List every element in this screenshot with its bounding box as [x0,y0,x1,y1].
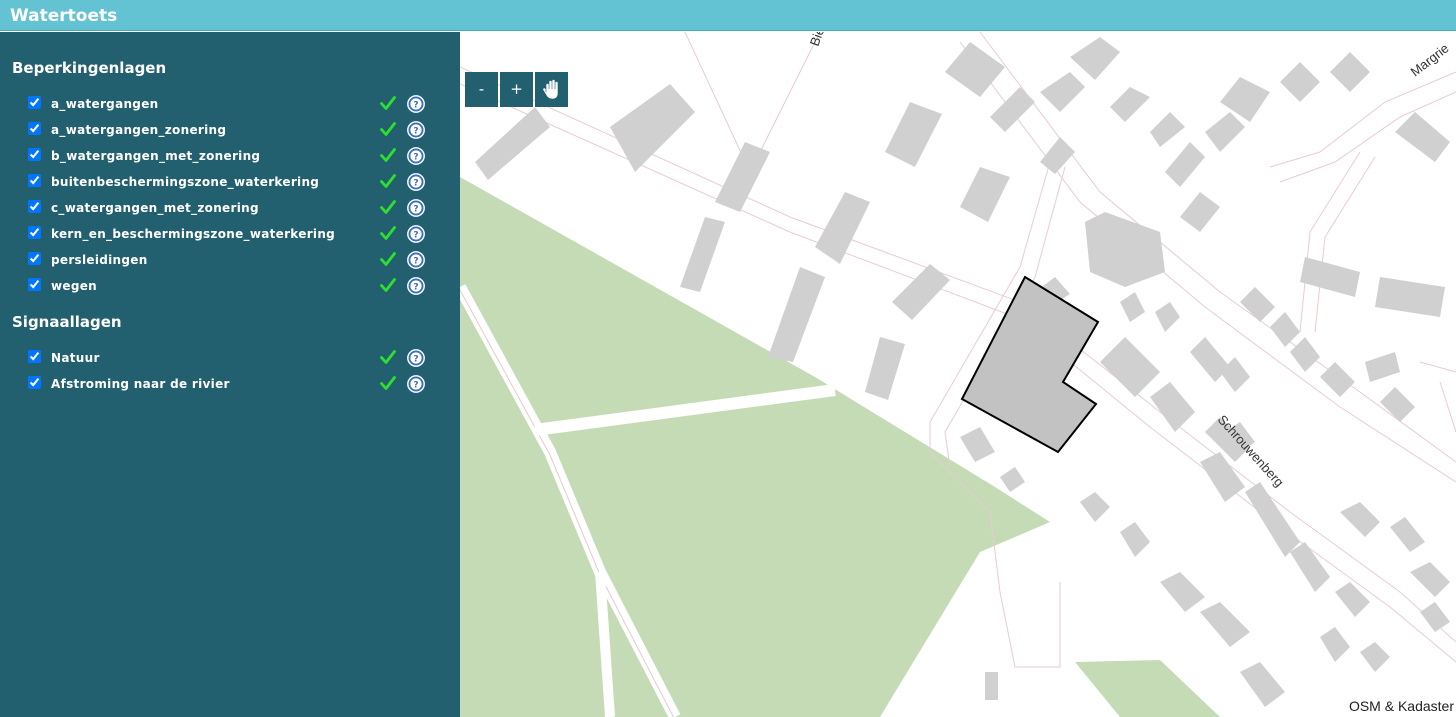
layer-label: b_watergangen_met_zonering [51,149,261,163]
layer-label: c_watergangen_met_zonering [51,201,259,215]
checkmark-icon [380,122,396,136]
layer-checkbox[interactable] [28,148,41,161]
checkmark-icon [380,376,396,390]
layer-checkbox[interactable] [28,200,41,213]
svg-text:?: ? [413,100,418,110]
layer-checkbox[interactable] [28,350,41,363]
layer-checkbox[interactable] [28,174,41,187]
checkmark-icon [380,174,396,188]
help-icon[interactable]: ? [407,251,425,269]
layer-label: kern_en_beschermingszone_waterkering [51,227,336,241]
checkmark-icon [380,148,396,162]
layer-label: a_watergangen_zonering [51,123,227,137]
layer-row: a_watergangen? [28,95,428,115]
layer-checkbox[interactable] [28,226,41,239]
layer-checkbox[interactable] [28,376,41,389]
street-label-margrie: Margrie [1408,40,1452,79]
map-attribution: OSM & Kadaster [1346,698,1456,714]
layer-checkbox[interactable] [28,96,41,109]
svg-text:?: ? [413,178,418,188]
help-icon[interactable]: ? [407,95,425,113]
street-label-bie: Bie [807,32,828,48]
svg-text:?: ? [413,126,418,136]
title-bar: Watertoets [0,0,1456,31]
layer-label: persleidingen [51,253,148,267]
layer-row: persleidingen? [28,251,428,271]
help-icon[interactable]: ? [407,199,425,217]
checkmark-icon [380,350,396,364]
help-icon[interactable]: ? [407,173,425,191]
map-view[interactable]: Schrouwenberg Margrie Bie - + OSM & Kada… [460,32,1456,717]
layer-checkbox[interactable] [28,122,41,135]
layer-row: c_watergangen_met_zonering? [28,199,428,219]
svg-text:?: ? [413,152,418,162]
svg-text:?: ? [413,282,418,292]
park-area-small [1075,660,1220,717]
help-icon[interactable]: ? [407,277,425,295]
layer-checkbox[interactable] [28,278,41,291]
layer-label: Afstroming naar de rivier [51,377,230,391]
help-icon[interactable]: ? [407,375,425,393]
layer-checkbox[interactable] [28,252,41,265]
app-title: Watertoets [10,6,118,26]
help-icon[interactable]: ? [407,121,425,139]
help-icon[interactable]: ? [407,349,425,367]
zoom-in-button[interactable]: + [500,72,533,107]
svg-text:?: ? [413,230,418,240]
layer-row: buitenbeschermingszone_waterkering? [28,173,428,193]
checkmark-icon [380,226,396,240]
layers-sidebar: Beperkingenlagen a_watergangen? a_waterga… [0,32,460,717]
svg-text:?: ? [413,204,418,214]
hand-icon [542,79,559,100]
layer-row: b_watergangen_met_zonering? [28,147,428,167]
layer-label: Natuur [51,351,100,365]
svg-text:?: ? [413,380,418,390]
svg-text:?: ? [413,256,418,266]
help-icon[interactable]: ? [407,225,425,243]
layer-label: wegen [51,279,97,293]
svg-text:?: ? [413,354,418,364]
checkmark-icon [380,252,396,266]
help-icon[interactable]: ? [407,147,425,165]
checkmark-icon [380,200,396,214]
layer-row: Natuur? [28,349,428,369]
section-title-signaallagen: Signaallagen [12,313,122,331]
layer-row: kern_en_beschermingszone_waterkering? [28,225,428,245]
layer-row: Afstroming naar de rivier? [28,375,428,395]
checkmark-icon [380,278,396,292]
pan-button[interactable] [535,72,568,107]
zoom-out-button[interactable]: - [465,72,498,107]
checkmark-icon [380,96,396,110]
layer-row: wegen? [28,277,428,297]
layer-label: buitenbeschermingszone_waterkering [51,175,320,189]
layer-row: a_watergangen_zonering? [28,121,428,141]
section-title-beperkingenlagen: Beperkingenlagen [12,59,167,77]
selected-parcel [960,275,1100,454]
layer-label: a_watergangen [51,97,159,111]
map-canvas[interactable]: Schrouwenberg Margrie Bie [460,32,1456,717]
